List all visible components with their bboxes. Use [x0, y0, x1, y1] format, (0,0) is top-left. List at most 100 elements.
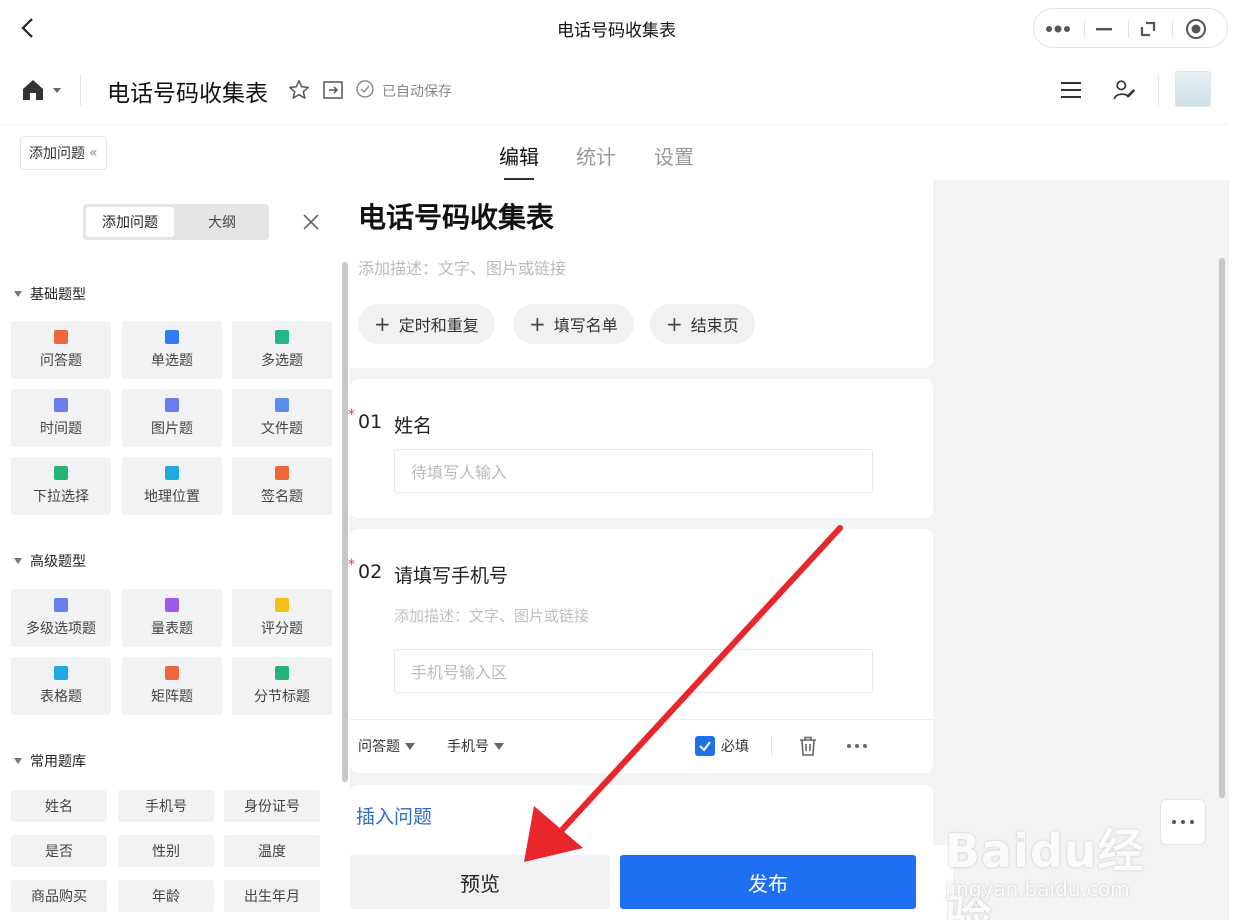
common-question-item[interactable]: 商品购买: [11, 880, 107, 912]
question-type-tile[interactable]: 单选题: [122, 321, 222, 379]
divider: [1128, 20, 1129, 38]
question-type-icon: [275, 398, 289, 412]
record-icon[interactable]: [1182, 15, 1210, 43]
insert-question-card: 插入问题: [350, 785, 933, 845]
required-checkbox[interactable]: 必填: [695, 736, 749, 756]
document-title[interactable]: 电话号码收集表: [107, 74, 268, 108]
question-type-label: 评分题: [261, 621, 303, 637]
answer-input[interactable]: 手机号输入区: [394, 649, 873, 693]
editor-tabs-bar: 添加问题 « 编辑 统计 设置: [0, 124, 1233, 180]
common-question-item[interactable]: 温度: [224, 835, 320, 867]
close-icon[interactable]: [299, 210, 323, 234]
question-type-tile[interactable]: 多选题: [232, 321, 332, 379]
question-description-input[interactable]: 添加描述：文字、图片或链接: [394, 605, 589, 626]
question-title[interactable]: 请填写手机号: [394, 561, 508, 588]
section-basic-heading[interactable]: 基础题型: [14, 284, 86, 304]
question-type-icon: [275, 666, 289, 680]
answer-input[interactable]: 待填写人输入: [394, 449, 873, 493]
question-type-tile[interactable]: 签名题: [232, 457, 332, 515]
segment-outline[interactable]: 大纲: [178, 207, 266, 237]
question-title[interactable]: 姓名: [394, 411, 432, 438]
divider: [1172, 20, 1173, 38]
question-type-icon: [54, 330, 68, 344]
autosave-status: 已自动保存: [382, 84, 452, 100]
divider: [350, 719, 933, 720]
question-type-icon: [275, 330, 289, 344]
publish-button[interactable]: 发布: [620, 855, 916, 909]
question-type-icon: [165, 466, 179, 480]
common-question-item[interactable]: 身份证号: [224, 790, 320, 822]
dropdown-label: 手机号: [447, 739, 489, 755]
section-advanced-heading[interactable]: 高级题型: [14, 551, 86, 571]
common-question-item[interactable]: 性别: [118, 835, 214, 867]
question-type-tile[interactable]: 评分题: [232, 589, 332, 647]
tab-stats[interactable]: 统计: [576, 141, 616, 170]
question-type-tile[interactable]: 时间题: [11, 389, 111, 447]
common-question-item[interactable]: 手机号: [118, 790, 214, 822]
question-card[interactable]: * 01 姓名 待填写人输入: [348, 379, 933, 518]
question-type-icon: [165, 666, 179, 680]
main-scrollbar[interactable]: [1219, 258, 1225, 798]
question-type-icon: [275, 598, 289, 612]
preview-button[interactable]: 预览: [350, 855, 610, 909]
minimize-icon[interactable]: [1090, 15, 1118, 43]
add-question-toggle-button[interactable]: 添加问题 «: [20, 136, 107, 170]
checkbox-checked-icon: [695, 736, 715, 756]
trash-icon[interactable]: [796, 734, 820, 758]
watermark-logo: Baidu经验: [945, 824, 1145, 920]
schedule-repeat-button[interactable]: + 定时和重复: [358, 304, 495, 344]
insert-question-link[interactable]: 插入问题: [356, 802, 432, 829]
question-card[interactable]: * 02 请填写手机号 添加描述：文字、图片或链接 手机号输入区 问答题 手机号…: [348, 529, 933, 773]
question-type-label: 分节标题: [254, 689, 310, 705]
question-type-tile[interactable]: 表格题: [11, 657, 111, 715]
question-type-tile[interactable]: 下拉选择: [11, 457, 111, 515]
question-type-tile[interactable]: 地理位置: [122, 457, 222, 515]
tab-settings[interactable]: 设置: [654, 141, 694, 170]
question-type-label: 时间题: [40, 421, 82, 437]
restore-icon[interactable]: [1134, 15, 1162, 43]
form-description-input[interactable]: 添加描述：文字、图片或链接: [358, 255, 566, 279]
more-dots-icon[interactable]: [1044, 15, 1072, 43]
question-type-label: 问答题: [40, 353, 82, 369]
tab-edit[interactable]: 编辑: [499, 141, 539, 170]
question-type-label: 下拉选择: [33, 489, 89, 505]
question-type-label: 单选题: [151, 353, 193, 369]
question-type-label: 签名题: [261, 489, 303, 505]
more-horizontal-icon[interactable]: [845, 734, 869, 758]
move-to-folder-icon[interactable]: [321, 78, 345, 102]
end-page-button[interactable]: + 结束页: [650, 304, 755, 344]
question-type-tile[interactable]: 多级选项题: [11, 589, 111, 647]
common-question-item[interactable]: 姓名: [11, 790, 107, 822]
question-type-dropdown[interactable]: 问答题: [358, 736, 415, 756]
segment-add-question[interactable]: 添加问题: [86, 207, 174, 237]
bottom-action-bar: 预览 发布: [350, 845, 953, 920]
question-type-panel: 添加问题 大纲 基础题型 问答题 单选题 多选题时间题 图片题 文件题下拉选择 地理位置 签…: [0, 180, 350, 920]
chip-label: 填写名单: [553, 316, 618, 335]
user-edit-icon[interactable]: [1113, 78, 1137, 102]
panel-scrollbar[interactable]: [342, 262, 348, 782]
avatar[interactable]: [1175, 71, 1211, 107]
common-question-item[interactable]: 年龄: [118, 880, 214, 912]
star-icon[interactable]: [287, 78, 311, 102]
divider: [1158, 74, 1159, 106]
check-circle-icon: [356, 80, 374, 98]
section-common-heading[interactable]: 常用题库: [14, 751, 86, 771]
question-type-tile[interactable]: 分节标题: [232, 657, 332, 715]
common-question-item[interactable]: 是否: [11, 835, 107, 867]
input-format-dropdown[interactable]: 手机号: [447, 736, 504, 756]
dropdown-label: 问答题: [358, 739, 400, 755]
question-type-tile[interactable]: 矩阵题: [122, 657, 222, 715]
home-icon: [23, 80, 61, 100]
common-question-item[interactable]: 出生年月: [224, 880, 320, 912]
home-menu[interactable]: [20, 76, 68, 104]
fill-list-button[interactable]: + 填写名单: [513, 304, 634, 344]
question-type-label: 地理位置: [144, 489, 200, 505]
form-title[interactable]: 电话号码收集表: [358, 196, 554, 236]
caret-down-icon: [14, 558, 22, 564]
question-type-tile[interactable]: 量表题: [122, 589, 222, 647]
question-type-tile[interactable]: 图片题: [122, 389, 222, 447]
question-type-tile[interactable]: 问答题: [11, 321, 111, 379]
divider: [771, 738, 772, 756]
menu-icon[interactable]: [1059, 78, 1083, 102]
question-type-tile[interactable]: 文件题: [232, 389, 332, 447]
